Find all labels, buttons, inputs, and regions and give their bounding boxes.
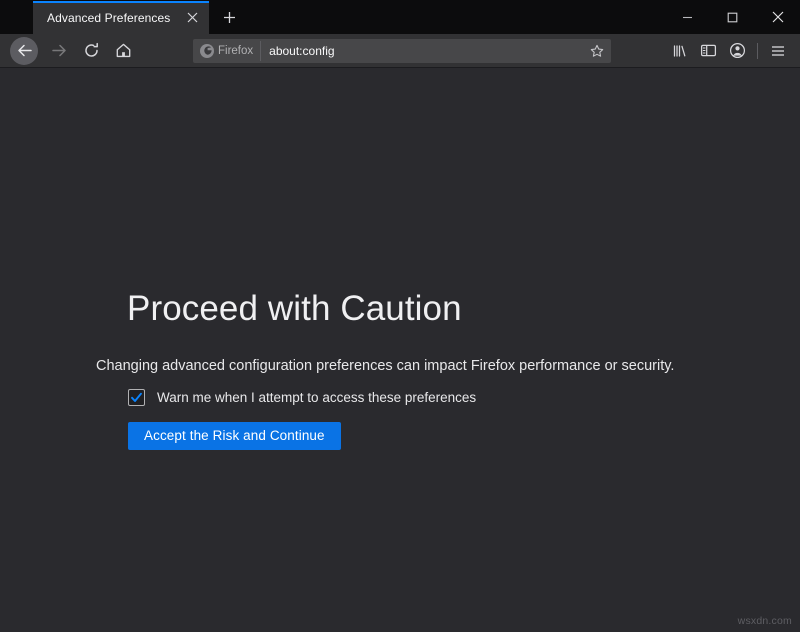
browser-tab-active[interactable]: Advanced Preferences [33, 1, 209, 34]
bookmark-star-icon[interactable] [586, 41, 608, 61]
hamburger-menu-icon[interactable] [763, 37, 792, 65]
navigation-toolbar: Firefox about:config [0, 34, 800, 68]
watermark: wsxdn.com [738, 615, 792, 627]
browser-window: Advanced Preferences [0, 0, 800, 632]
identity-box[interactable]: Firefox [197, 41, 261, 61]
close-button[interactable] [755, 0, 800, 34]
tab-title: Advanced Preferences [47, 10, 181, 25]
toolbar-right-group [665, 37, 792, 65]
new-tab-button[interactable] [213, 2, 245, 32]
sidebar-icon[interactable] [694, 37, 723, 65]
urlbar-container: Firefox about:config [139, 39, 665, 63]
urlbar[interactable]: Firefox about:config [193, 39, 611, 63]
config-warning-panel: Proceed with Caution Changing advanced c… [96, 290, 736, 450]
minimize-button[interactable] [665, 0, 710, 34]
library-icon[interactable] [665, 37, 694, 65]
identity-label: Firefox [218, 45, 253, 57]
toolbar-divider [757, 43, 758, 59]
warn-checkbox-label[interactable]: Warn me when I attempt to access these p… [157, 390, 476, 405]
accept-risk-button[interactable]: Accept the Risk and Continue [128, 422, 341, 450]
warn-checkbox-row[interactable]: Warn me when I attempt to access these p… [128, 389, 736, 406]
url-input[interactable]: about:config [269, 44, 586, 58]
reload-button[interactable] [76, 37, 106, 65]
forward-button[interactable] [44, 37, 74, 65]
tab-close-icon[interactable] [181, 7, 203, 29]
firefox-logo-icon [200, 44, 214, 58]
page-title: Proceed with Caution [127, 290, 736, 329]
warning-description: Changing advanced configuration preferen… [96, 356, 736, 376]
back-button[interactable] [10, 37, 38, 65]
account-icon[interactable] [723, 37, 752, 65]
warn-checkbox[interactable] [128, 389, 145, 406]
home-button[interactable] [108, 37, 138, 65]
tab-strip: Advanced Preferences [0, 0, 800, 34]
window-controls [665, 0, 800, 34]
tab-active-indicator [33, 1, 209, 3]
maximize-button[interactable] [710, 0, 755, 34]
page-content: Proceed with Caution Changing advanced c… [0, 68, 800, 632]
